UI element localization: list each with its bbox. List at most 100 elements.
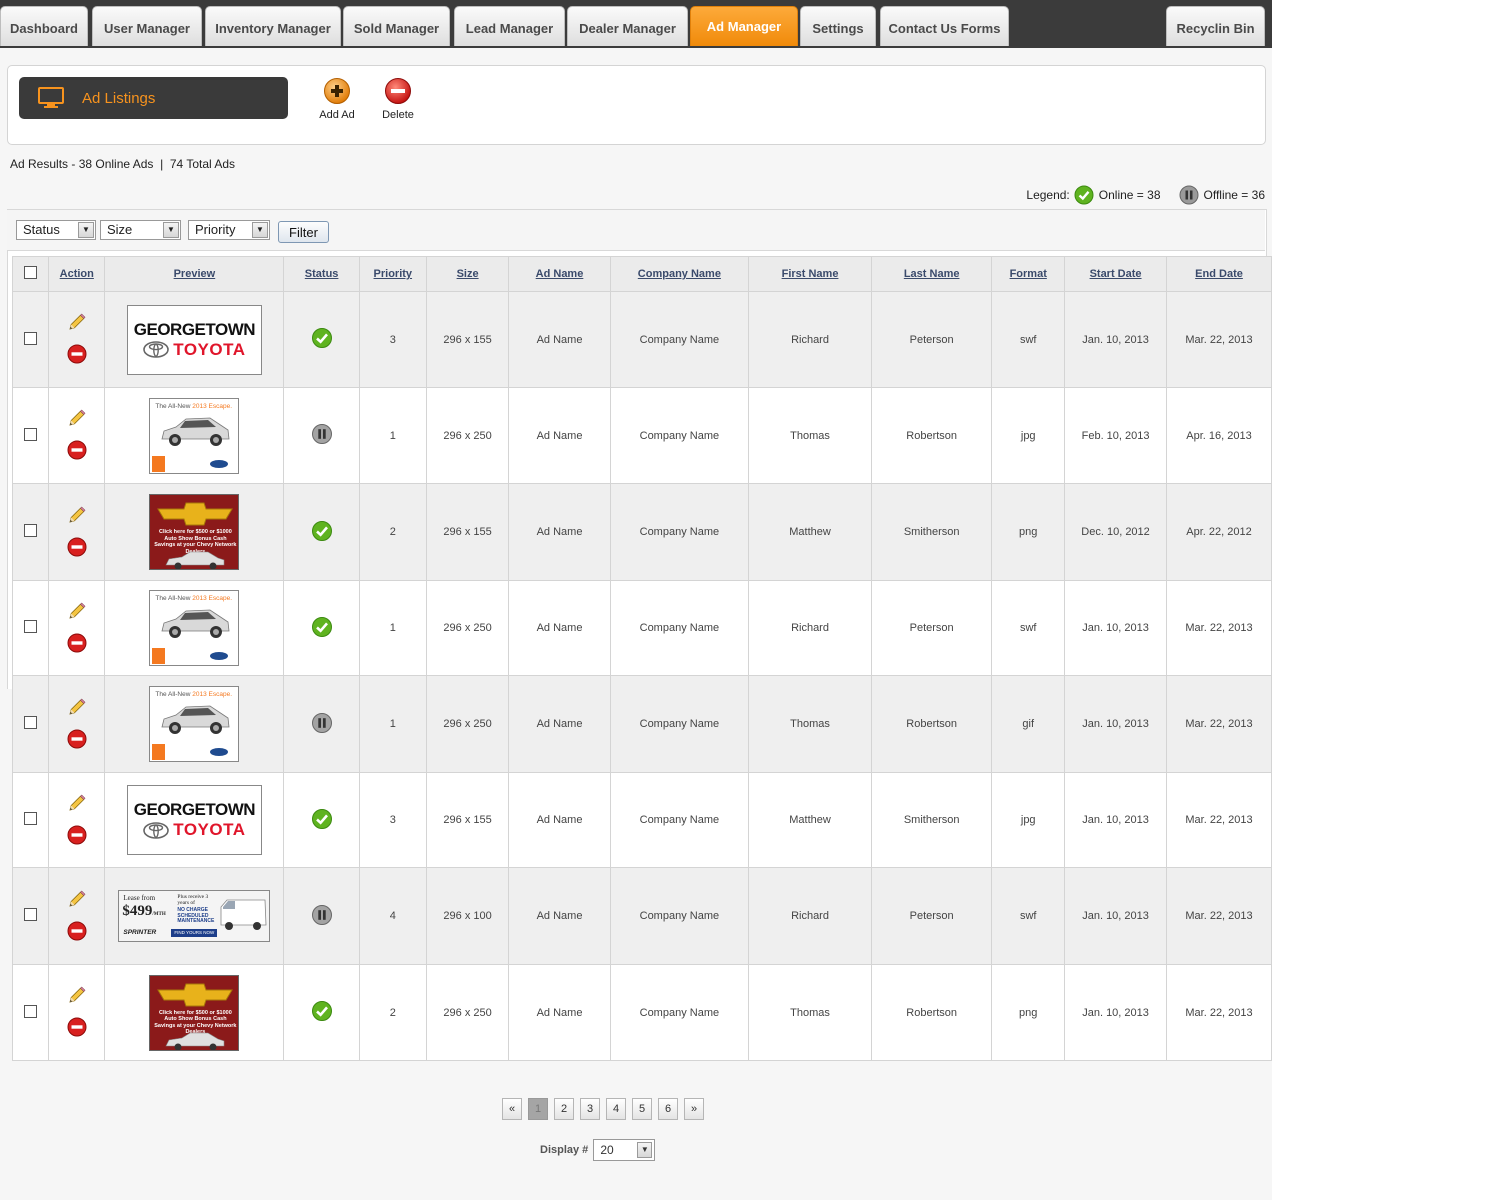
tab-dashboard[interactable]: Dashboard	[0, 6, 88, 46]
ad-preview-ford-escape[interactable]: The All-New 2013 Escape.	[149, 686, 240, 762]
column-header-priority[interactable]: Priority	[358, 256, 427, 292]
display-count-value: 20	[600, 1143, 614, 1157]
tab-contact-us-forms[interactable]: Contact Us Forms	[880, 6, 1009, 46]
ad-preview-ford-escape[interactable]: The All-New 2013 Escape.	[149, 397, 240, 474]
delete-icon[interactable]	[67, 729, 87, 749]
ad-preview-chevy[interactable]: Click here for $500 or $1000 Auto Show B…	[149, 494, 240, 570]
tab-label: Sold Manager	[353, 21, 440, 36]
cell-first: Thomas	[748, 964, 872, 1061]
delete-row-button[interactable]	[67, 1017, 87, 1040]
delete-row-button[interactable]	[67, 729, 87, 752]
delete-row-button[interactable]	[67, 633, 87, 656]
ad-preview-chevy[interactable]: Click here for $500 or $1000 Auto Show B…	[149, 974, 240, 1051]
chevy-bowtie-icon	[157, 983, 234, 1006]
row-checkbox[interactable]	[24, 716, 38, 729]
size-filter-select[interactable]: Size ▼	[100, 220, 181, 240]
toyota-logo: TOYOTA	[143, 821, 245, 839]
preview-cell: The All-New 2013 Escape.	[104, 580, 285, 676]
page-button-2[interactable]: 2	[554, 1098, 574, 1120]
edit-button[interactable]	[67, 793, 87, 816]
page-button-6[interactable]: 6	[658, 1098, 678, 1120]
row-checkbox[interactable]	[24, 1004, 38, 1018]
ad-preview-georgetown-toyota[interactable]: GEORGETOWN TOYOTA	[126, 785, 262, 855]
column-header-action[interactable]: Action	[48, 256, 106, 292]
preview-cell: Click here for $500 or $1000 Auto Show B…	[104, 964, 285, 1061]
pencil-icon	[69, 698, 86, 715]
delete-row-button[interactable]	[67, 825, 87, 848]
ad-preview-georgetown-toyota[interactable]: GEORGETOWN TOYOTA	[126, 304, 262, 375]
edit-button[interactable]	[67, 697, 87, 720]
row-checkbox[interactable]	[24, 427, 38, 441]
ad-preview-ford-escape[interactable]: The All-New 2013 Escape.	[149, 590, 240, 666]
page-prev-button[interactable]: «	[502, 1098, 522, 1120]
status-filter-select[interactable]: Status ▼	[16, 220, 96, 240]
page-next-button[interactable]: »	[684, 1098, 704, 1120]
column-header-format[interactable]: Format	[991, 256, 1066, 292]
page-button-3[interactable]: 3	[580, 1098, 600, 1120]
delete-icon[interactable]	[67, 921, 87, 941]
page-button-1[interactable]: 1	[528, 1098, 548, 1120]
page-button-4[interactable]: 4	[606, 1098, 626, 1120]
select-cell	[11, 964, 50, 1061]
column-header-start[interactable]: Start Date	[1064, 256, 1168, 292]
tab-inventory-manager[interactable]: Inventory Manager	[205, 6, 341, 46]
tab-user-manager[interactable]: User Manager	[92, 6, 202, 46]
tab-lead-manager[interactable]: Lead Manager	[454, 6, 565, 46]
column-header-size[interactable]: Size	[425, 256, 510, 292]
edit-button[interactable]	[67, 408, 87, 431]
filter-button[interactable]: Filter	[278, 221, 329, 243]
row-checkbox[interactable]	[24, 908, 38, 921]
offline-status-icon	[311, 904, 332, 925]
delete-icon[interactable]	[67, 344, 87, 364]
edit-button[interactable]	[67, 505, 87, 528]
ad-preview-sprinter[interactable]: Lease from $499/MTH Plus receive 3 years o…	[118, 890, 271, 942]
add-ad-button[interactable]: Add Ad	[307, 77, 367, 121]
row-checkbox[interactable]	[24, 331, 38, 345]
display-count-select[interactable]: 20 ▼	[593, 1139, 656, 1161]
page-button-5[interactable]: 5	[632, 1098, 652, 1120]
tab-recycle-bin[interactable]: Recyclin Bin	[1166, 6, 1265, 46]
delete-row-button[interactable]	[67, 537, 87, 560]
status-cell	[283, 964, 360, 1061]
delete-button[interactable]: Delete	[368, 77, 428, 121]
column-header-preview[interactable]: Preview	[104, 256, 285, 292]
delete-icon[interactable]	[67, 537, 87, 557]
edit-button[interactable]	[67, 601, 87, 624]
delete-icon[interactable]	[67, 633, 87, 653]
select-all-checkbox[interactable]	[24, 266, 38, 279]
tab-dealer-manager[interactable]: Dealer Manager	[567, 6, 688, 46]
row-checkbox[interactable]	[24, 812, 38, 825]
column-header-status[interactable]: Status	[283, 256, 360, 292]
column-header-end[interactable]: End Date	[1166, 256, 1272, 292]
tab-sold-manager[interactable]: Sold Manager	[343, 6, 450, 46]
delete-icon[interactable]	[67, 1017, 87, 1037]
cell-first: Thomas	[748, 675, 872, 773]
delete-row-button[interactable]	[67, 440, 87, 463]
tab-ad-manager[interactable]: Ad Manager	[690, 6, 798, 46]
toyota-logo: TOYOTA	[143, 340, 245, 359]
edit-button[interactable]	[67, 889, 87, 912]
delete-icon[interactable]	[67, 440, 87, 460]
column-header-company[interactable]: Company Name	[609, 256, 750, 292]
ad-preview-text: TOYOTA	[173, 820, 246, 839]
row-actions	[50, 985, 103, 1040]
row-actions	[50, 889, 103, 944]
tab-settings[interactable]: Settings	[800, 6, 876, 46]
size-filter-value: Size	[107, 222, 133, 237]
priority-filter-select[interactable]: Priority ▼	[188, 220, 270, 240]
edit-button[interactable]	[67, 312, 87, 335]
tab-label: Ad Manager	[706, 19, 782, 34]
row-checkbox[interactable]	[24, 524, 38, 537]
ad-preview-text: The All-New 2013 Escape.	[155, 595, 232, 602]
tab-label: Dashboard	[10, 21, 78, 36]
cell-end: Mar. 22, 2013	[1166, 291, 1272, 388]
delete-icon[interactable]	[67, 825, 87, 845]
cell-size: 296 x 250	[425, 964, 510, 1061]
column-header-ad-name[interactable]: Ad Name	[508, 256, 611, 292]
column-header-first[interactable]: First Name	[748, 256, 872, 292]
delete-row-button[interactable]	[67, 344, 87, 367]
column-header-last[interactable]: Last Name	[870, 256, 993, 292]
delete-row-button[interactable]	[67, 921, 87, 944]
row-checkbox[interactable]	[24, 620, 38, 633]
edit-button[interactable]	[67, 985, 87, 1008]
